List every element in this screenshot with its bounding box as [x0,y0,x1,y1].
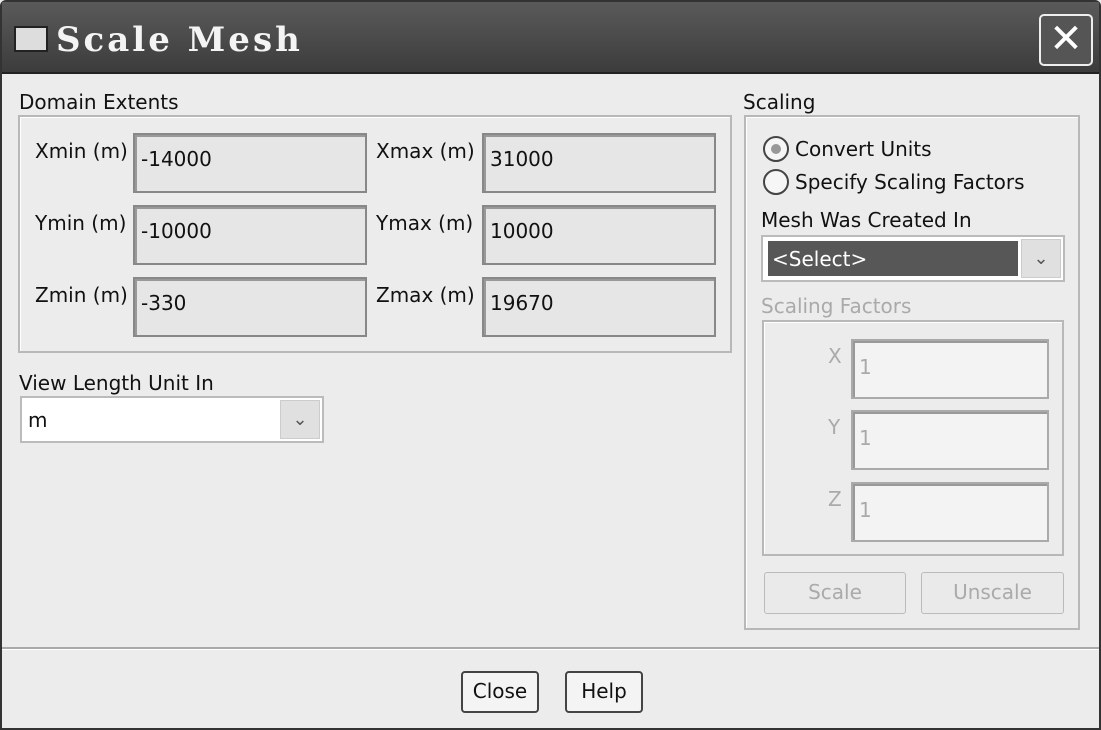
y-factor-value: 1 [859,426,872,450]
ymax-field[interactable]: 10000 [482,205,716,265]
ymin-field[interactable]: -10000 [133,205,367,265]
view-length-value: m [28,408,48,432]
view-length-select[interactable]: m ⌄ [20,396,324,443]
chevron-down-icon[interactable]: ⌄ [1021,239,1061,278]
y-factor-label: Y [828,415,841,439]
xmax-field[interactable]: 31000 [482,133,716,193]
z-factor-value: 1 [859,498,872,522]
convert-units-label: Convert Units [795,137,932,161]
mesh-created-select[interactable]: <Select> ⌄ [761,235,1065,282]
z-factor-field[interactable]: 1 [851,482,1049,542]
x-factor-field[interactable]: 1 [851,339,1049,399]
specify-factors-label: Specify Scaling Factors [795,170,1025,194]
unscale-button[interactable]: Unscale [921,572,1064,614]
app-icon [14,26,48,52]
dialog-title: Scale Mesh [56,20,303,60]
view-length-label: View Length Unit In [19,371,214,395]
y-factor-field[interactable]: 1 [851,410,1049,470]
close-icon[interactable]: ✕ [1039,14,1093,66]
xmin-value: -14000 [141,147,212,171]
title-bar[interactable]: Scale Mesh ✕ [2,2,1099,74]
zmin-label: Zmin (m) [35,283,128,307]
x-factor-value: 1 [859,355,872,379]
zmax-label: Zmax (m) [376,283,475,307]
scale-mesh-dialog: Scale Mesh ✕ Domain Extents Xmin (m) -14… [0,0,1101,730]
zmin-value: -330 [141,291,187,315]
zmax-field[interactable]: 19670 [482,277,716,337]
mesh-created-label: Mesh Was Created In [761,208,972,232]
scaling-factors-label: Scaling Factors [761,294,912,318]
close-button[interactable]: Close [461,671,539,713]
x-factor-label: X [828,344,842,368]
z-factor-label: Z [828,487,842,511]
help-button[interactable]: Help [565,671,643,713]
ymin-label: Ymin (m) [35,211,127,235]
ymax-label: Ymax (m) [376,211,474,235]
ymin-value: -10000 [141,219,212,243]
convert-units-radio[interactable] [763,136,789,162]
domain-extents-label: Domain Extents [19,90,179,114]
chevron-down-icon[interactable]: ⌄ [280,400,320,439]
xmin-field[interactable]: -14000 [133,133,367,193]
specify-factors-radio[interactable] [763,169,789,195]
zmin-field[interactable]: -330 [133,277,367,337]
scaling-label: Scaling [743,90,816,114]
xmin-label: Xmin (m) [35,139,128,163]
ymax-value: 10000 [490,219,554,243]
scale-button[interactable]: Scale [764,572,906,614]
xmax-label: Xmax (m) [376,139,475,163]
zmax-value: 19670 [490,291,554,315]
selected-highlight: <Select> [768,241,1018,276]
xmax-value: 31000 [490,147,554,171]
footer-divider [2,647,1099,650]
mesh-created-value: <Select> [772,247,868,271]
